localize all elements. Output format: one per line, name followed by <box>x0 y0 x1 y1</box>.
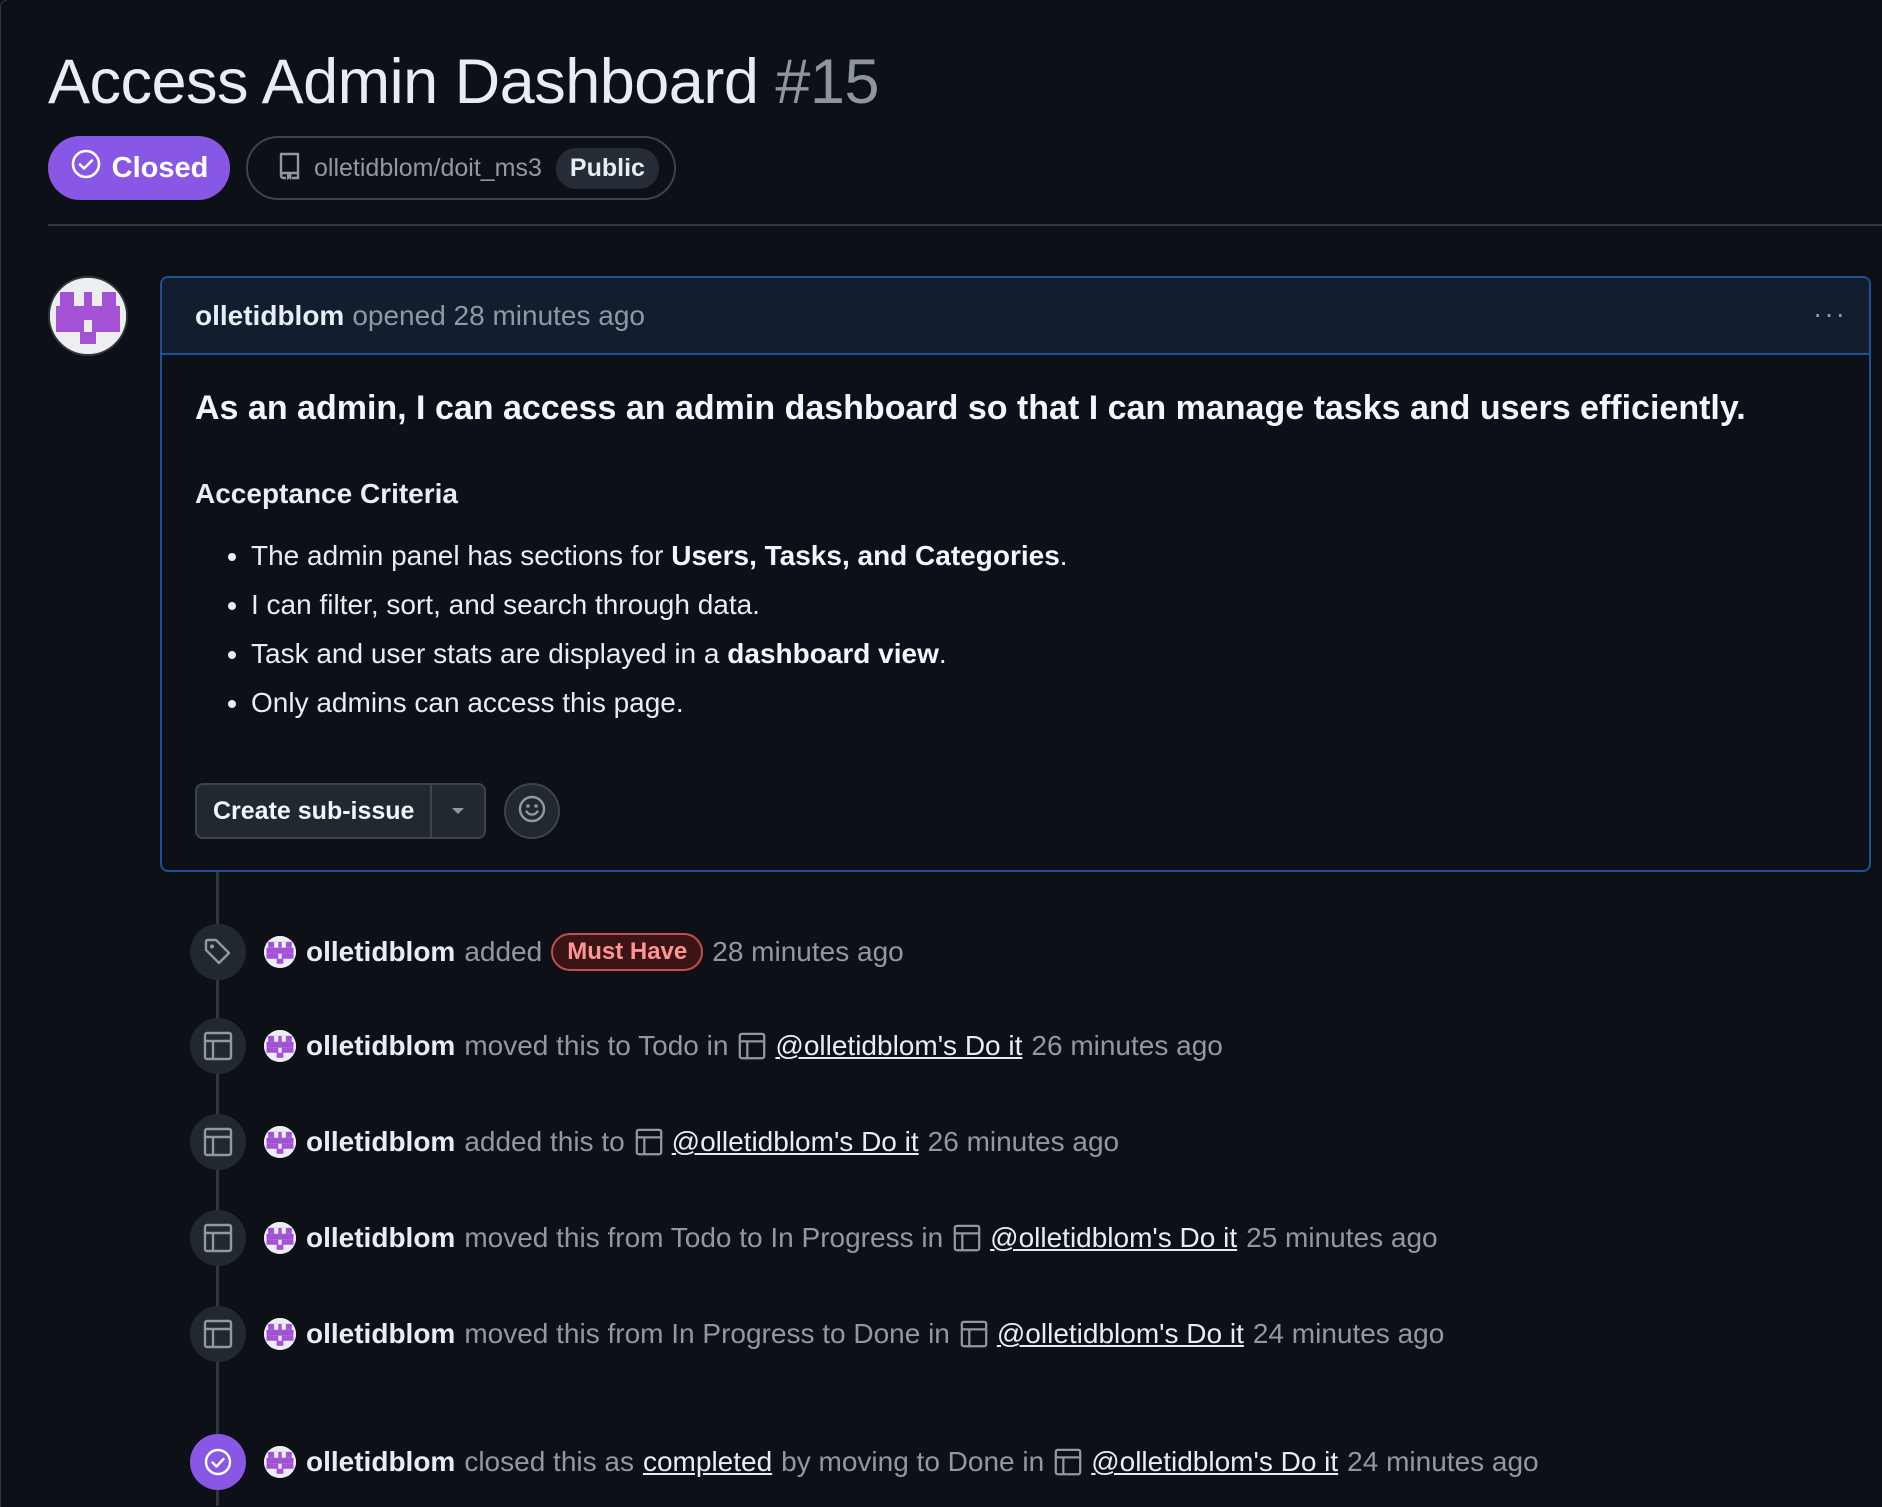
avatar[interactable] <box>264 1126 296 1158</box>
project-name[interactable]: @olletidblom's Do it <box>1091 1446 1338 1478</box>
event-time[interactable]: 26 minutes ago <box>928 1126 1119 1158</box>
project-link[interactable]: @olletidblom's Do it <box>634 1126 919 1158</box>
avatar[interactable] <box>264 1222 296 1254</box>
author-avatar[interactable] <box>48 276 128 356</box>
project-icon <box>960 1320 988 1348</box>
event-time[interactable]: 24 minutes ago <box>1347 1446 1538 1478</box>
create-sub-issue-button[interactable]: Create sub-issue <box>197 785 433 837</box>
criteria-text: I can filter, sort, and search through d… <box>251 589 760 620</box>
project-icon <box>190 1210 246 1266</box>
project-icon <box>953 1224 981 1252</box>
smiley-icon <box>517 794 547 829</box>
project-name[interactable]: @olletidblom's Do it <box>672 1126 919 1158</box>
event-time[interactable]: 28 minutes ago <box>712 936 903 968</box>
event-text: added <box>464 936 543 967</box>
visibility-badge: Public <box>555 147 659 189</box>
comment-author[interactable]: olletidblom <box>195 300 344 332</box>
repository-link[interactable]: olletidblom/doit_ms3 Public <box>246 136 676 200</box>
avatar[interactable] <box>264 1318 296 1350</box>
timeline-event-closed: olletidblom closed this as completed by … <box>190 1434 1539 1490</box>
event-text: moved this to Todo in <box>464 1030 729 1061</box>
event-text: moved this from In Progress to Done in <box>464 1318 950 1349</box>
comment-actions: Create sub-issue <box>195 783 561 839</box>
add-reaction-button[interactable] <box>504 783 561 839</box>
event-time[interactable]: 24 minutes ago <box>1253 1318 1444 1350</box>
issue-title: Access Admin Dashboard #15 <box>48 46 880 118</box>
event-actor[interactable]: olletidblom <box>306 1318 455 1350</box>
criteria-text: Only admins can access this page. <box>251 687 684 718</box>
issue-number: #15 <box>775 47 880 117</box>
check-circle-icon <box>70 148 102 188</box>
project-link[interactable]: @olletidblom's Do it <box>737 1030 1022 1062</box>
project-icon <box>190 1306 246 1362</box>
project-name[interactable]: @olletidblom's Do it <box>997 1318 1244 1350</box>
project-link[interactable]: @olletidblom's Do it <box>959 1318 1244 1350</box>
event-actor[interactable]: olletidblom <box>306 1126 455 1158</box>
event-actor[interactable]: olletidblom <box>306 1030 455 1062</box>
timeline-event-project-moved: olletidblom moved this to Todo in @ollet… <box>190 1018 1223 1074</box>
event-text: moved this from Todo to In Progress in <box>464 1222 944 1253</box>
project-icon <box>190 1114 246 1170</box>
project-link[interactable]: @olletidblom's Do it <box>1053 1446 1338 1478</box>
event-actor[interactable]: olletidblom <box>306 936 455 968</box>
list-item: Task and user stats are displayed in a d… <box>251 638 1836 670</box>
acceptance-criteria-heading: Acceptance Criteria <box>195 478 459 509</box>
project-icon <box>739 1032 766 1060</box>
check-circle-icon <box>190 1434 246 1490</box>
criteria-bold: dashboard view <box>727 638 939 669</box>
project-icon <box>635 1128 662 1156</box>
state-label: Closed <box>111 151 209 184</box>
event-actor[interactable]: olletidblom <box>306 1222 455 1254</box>
criteria-bold: Users, Tasks, and Categories <box>671 540 1060 571</box>
event-time[interactable]: 25 minutes ago <box>1246 1222 1437 1254</box>
timeline-event-project-moved: olletidblom moved this from Todo to In P… <box>190 1210 1438 1266</box>
timeline-event-labeled: olletidblom added Must Have 28 minutes a… <box>190 924 904 980</box>
criteria-text: Task and user stats are displayed in a <box>251 638 728 669</box>
list-item: Only admins can access this page. <box>251 687 1836 719</box>
project-name[interactable]: @olletidblom's Do it <box>775 1030 1022 1062</box>
state-badge-closed: Closed <box>48 136 230 200</box>
project-name[interactable]: @olletidblom's Do it <box>990 1222 1237 1254</box>
event-text: closed this as <box>464 1446 634 1477</box>
comment-body: As an admin, I can access an admin dashb… <box>162 389 1869 719</box>
issue-body-comment: olletidblom opened 28 minutes ago ··· As… <box>160 276 1871 872</box>
list-item: I can filter, sort, and search through d… <box>251 589 1836 621</box>
repo-icon <box>276 150 304 187</box>
header-divider <box>48 224 1882 226</box>
timeline-event-project-moved: olletidblom moved this from In Progress … <box>190 1306 1444 1362</box>
kebab-menu-icon[interactable]: ··· <box>1813 298 1847 330</box>
project-icon <box>190 1018 246 1074</box>
event-text: by moving to Done in <box>781 1446 1045 1477</box>
completed-link[interactable]: completed <box>643 1446 772 1478</box>
create-sub-issue-split-button: Create sub-issue <box>195 783 487 839</box>
label-must-have[interactable]: Must Have <box>551 933 704 971</box>
repo-name: olletidblom/doit_ms3 <box>314 153 542 182</box>
list-item: The admin panel has sections for Users, … <box>251 540 1836 572</box>
issue-title-text: Access Admin Dashboard <box>48 47 759 117</box>
tag-icon <box>190 924 246 980</box>
event-actor[interactable]: olletidblom <box>306 1446 455 1478</box>
criteria-text: . <box>1059 540 1068 571</box>
project-link[interactable]: @olletidblom's Do it <box>952 1222 1237 1254</box>
comment-meta: opened 28 minutes ago <box>352 299 646 331</box>
criteria-list: The admin panel has sections for Users, … <box>195 540 1836 719</box>
comment-header: olletidblom opened 28 minutes ago ··· <box>162 278 1869 355</box>
window-edge <box>0 0 7 1507</box>
avatar[interactable] <box>264 1446 296 1478</box>
event-time[interactable]: 26 minutes ago <box>1031 1030 1222 1062</box>
criteria-text: The admin panel has sections for <box>251 540 672 571</box>
user-story-heading: As an admin, I can access an admin dashb… <box>195 389 1746 427</box>
timeline-event-project-added: olletidblom added this to @olletidblom's… <box>190 1114 1119 1170</box>
avatar[interactable] <box>264 1030 296 1062</box>
chevron-down-icon[interactable] <box>432 785 484 837</box>
criteria-text: . <box>938 638 947 669</box>
event-text: added this to <box>464 1126 625 1157</box>
avatar[interactable] <box>264 936 296 968</box>
project-icon <box>1054 1448 1082 1476</box>
